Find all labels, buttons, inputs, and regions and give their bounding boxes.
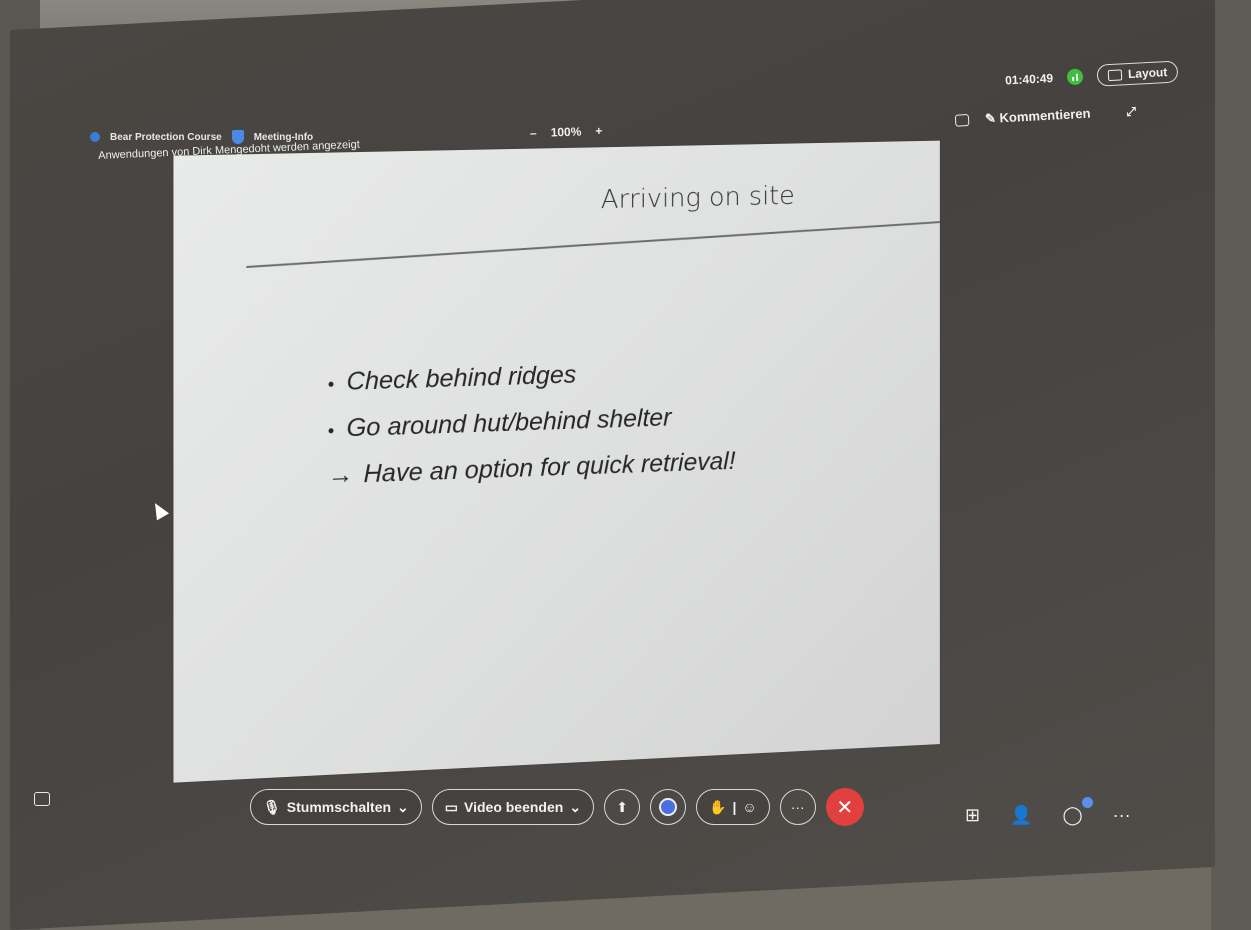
zoom-level: 100% — [550, 124, 582, 140]
slide-title: Arriving on site — [600, 181, 795, 216]
divider: | — [732, 799, 737, 815]
layout-button[interactable]: Layout — [1096, 60, 1179, 87]
video-label: Video beenden — [464, 799, 564, 815]
zoom-control: – 100% + — [530, 124, 603, 141]
mute-label: Stummschalten — [286, 799, 392, 815]
shared-slide: Arriving on site Check behind ridges Go … — [173, 140, 940, 783]
ai-assistant-button[interactable] — [650, 789, 687, 825]
chat-button[interactable]: ◯ — [1062, 797, 1093, 826]
video-button[interactable]: ▭ Video beenden ⌄ — [431, 789, 595, 825]
zoom-out-button[interactable]: – — [530, 126, 537, 140]
captions-icon[interactable] — [34, 792, 50, 806]
raise-hand-icon[interactable]: ✋ — [709, 799, 726, 816]
signal-icon[interactable] — [1066, 68, 1084, 86]
leave-meeting-button[interactable]: ✕ — [825, 788, 864, 826]
share-button[interactable]: ⬆ — [604, 789, 641, 825]
more-icon: ··· — [790, 799, 805, 815]
participants-icon[interactable]: 👤 — [1010, 805, 1032, 826]
more-options-button[interactable]: ··· — [779, 789, 816, 825]
emoji-reaction-icon[interactable]: ☺ — [742, 799, 756, 815]
title-divider — [246, 221, 940, 269]
layout-label: Layout — [1127, 65, 1168, 82]
layout-icon — [1107, 68, 1123, 81]
notification-badge — [1081, 797, 1093, 808]
expand-icon[interactable]: ⤢ — [1126, 104, 1136, 119]
microphone-icon: 🎙 — [263, 798, 281, 815]
meeting-timer: 01:40:49 — [1004, 71, 1054, 88]
chat-icon: ◯ — [1062, 805, 1083, 825]
webex-logo-icon — [90, 132, 100, 142]
wall-right — [1211, 0, 1251, 930]
right-panel-icons: ⊞ 👤 ◯ ··· — [965, 797, 1131, 826]
meeting-title: Bear Protection Course — [110, 131, 222, 143]
share-screen-icon: ⬆ — [616, 798, 628, 815]
pen-icon: ✎ — [984, 110, 997, 127]
more-icon[interactable]: ··· — [1113, 805, 1131, 826]
apps-icon[interactable]: ⊞ — [965, 805, 980, 826]
close-icon: ✕ — [836, 796, 854, 819]
reactions-group: ✋ | ☺ — [696, 789, 770, 825]
zoom-in-button[interactable]: + — [595, 124, 602, 138]
camera-icon: ▭ — [444, 798, 458, 815]
chevron-down-icon[interactable]: ⌄ — [397, 799, 409, 816]
chevron-down-icon[interactable]: ⌄ — [569, 799, 581, 816]
slide-bullets: Check behind ridges Go around hut/behind… — [328, 348, 736, 498]
share-view-icon[interactable] — [954, 114, 970, 127]
meeting-toolbar: 🎙 Stummschalten ⌄ ▭ Video beenden ⌄ ⬆ ✋ … — [250, 788, 864, 826]
ai-assistant-icon — [659, 798, 678, 816]
mute-button[interactable]: 🎙 Stummschalten ⌄ — [250, 789, 422, 825]
shield-icon[interactable] — [231, 130, 244, 144]
